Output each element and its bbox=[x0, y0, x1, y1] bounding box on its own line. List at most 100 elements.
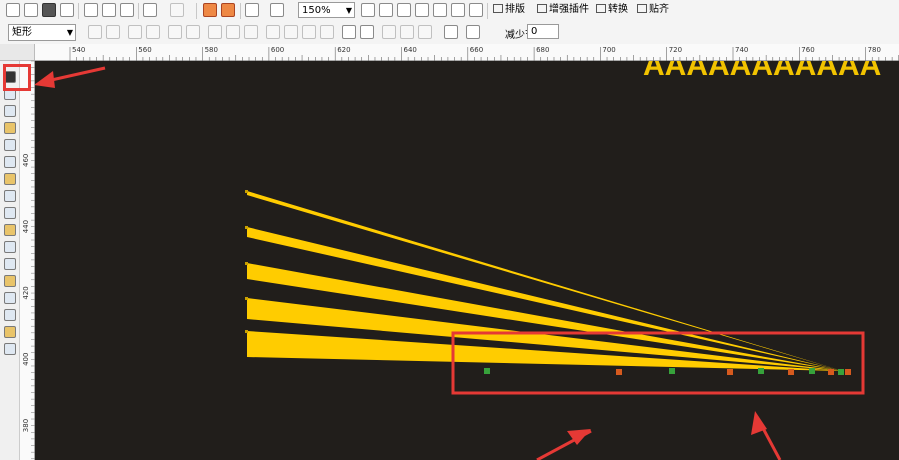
horizontal-ruler[interactable]: 540 560 580 600 620 640 660 680 700 720 740 760 780 bbox=[35, 44, 899, 61]
chevron-down-icon: ▼ bbox=[66, 28, 73, 37]
break-curve-icon[interactable] bbox=[146, 25, 160, 39]
extract-subpath-icon[interactable] bbox=[302, 25, 316, 39]
menu-convert[interactable]: 转换 bbox=[596, 2, 628, 18]
zoom-in-icon[interactable] bbox=[361, 3, 375, 17]
open-folder-icon[interactable] bbox=[24, 3, 38, 17]
ruler-tick-label: 540 bbox=[72, 46, 85, 54]
horizontal-ruler-scale: 540 560 580 600 620 640 660 680 700 720 740 760 780 bbox=[69, 46, 899, 61]
zoom-all-icon[interactable] bbox=[415, 3, 429, 17]
canvas-artwork: AAAAAAAAAAA bbox=[35, 61, 881, 460]
menu-plugins[interactable]: 增强插件 bbox=[537, 2, 589, 18]
rectangle-tool-icon[interactable] bbox=[4, 173, 16, 185]
zoom-selected-icon[interactable] bbox=[397, 3, 411, 17]
ruler-tick-label: 780 bbox=[868, 46, 881, 54]
freehand-tool-icon[interactable] bbox=[4, 139, 16, 151]
node-handle-green[interactable] bbox=[809, 368, 815, 374]
redo-icon[interactable] bbox=[170, 3, 184, 17]
standard-toolbar: 150% ▼ 排版 增强插件 转换 贴齐 bbox=[0, 0, 899, 23]
property-bar: 矩形 ▼ 减少节点 0 bbox=[0, 22, 899, 45]
ruler-tick-label: 700 bbox=[602, 46, 615, 54]
annotation-arrows bbox=[35, 66, 782, 460]
undo-icon[interactable] bbox=[143, 3, 157, 17]
extend-curve-icon[interactable] bbox=[284, 25, 298, 39]
ruler-tick-label: 600 bbox=[271, 46, 284, 54]
rotate-nodes-icon[interactable] bbox=[342, 25, 356, 39]
ruler-tick-label: 680 bbox=[536, 46, 549, 54]
convert-icon bbox=[596, 4, 606, 13]
smart-fill-icon[interactable] bbox=[4, 156, 16, 168]
node-handle-green[interactable] bbox=[484, 368, 490, 374]
add-node-icon[interactable] bbox=[88, 25, 102, 39]
ruler-tick-label: 620 bbox=[337, 46, 350, 54]
ruler-tick-label: 580 bbox=[205, 46, 218, 54]
delete-node-icon[interactable] bbox=[106, 25, 120, 39]
ruler-tick-label: 560 bbox=[138, 46, 151, 54]
ellipse-tool-icon[interactable] bbox=[4, 190, 16, 202]
elastic-mode-icon[interactable] bbox=[360, 25, 374, 39]
ruler-tick-label: 640 bbox=[404, 46, 417, 54]
import-icon[interactable] bbox=[203, 3, 217, 17]
menu-layout[interactable]: 排版 bbox=[493, 2, 525, 18]
save-icon[interactable] bbox=[42, 3, 56, 17]
text-tool-icon[interactable] bbox=[4, 241, 16, 253]
menu-snap[interactable]: 贴齐 bbox=[637, 2, 669, 18]
cut-icon[interactable] bbox=[84, 3, 98, 17]
curve-smoothness-icon[interactable] bbox=[466, 25, 480, 39]
node-handle-green[interactable] bbox=[838, 369, 844, 375]
cusp-node-icon[interactable] bbox=[208, 25, 222, 39]
to-curve-icon[interactable] bbox=[186, 25, 200, 39]
basic-shapes-icon[interactable] bbox=[4, 224, 16, 236]
vertical-ruler[interactable]: 460 440 420 400 380 bbox=[20, 60, 35, 460]
wedge-shapes[interactable] bbox=[247, 191, 843, 371]
node-handle-green[interactable] bbox=[669, 368, 675, 374]
ruler-tick-label: 660 bbox=[470, 46, 483, 54]
shape-type-select[interactable]: 矩形 ▼ bbox=[8, 24, 76, 41]
node-handle-green[interactable] bbox=[758, 368, 764, 374]
drawing-canvas[interactable]: AAAAAAAAAAA bbox=[35, 61, 899, 460]
align-nodes-icon[interactable] bbox=[382, 25, 396, 39]
fill-tool-icon[interactable] bbox=[4, 326, 16, 338]
node-handle-orange[interactable] bbox=[727, 369, 733, 375]
reduce-nodes-input[interactable]: 0 bbox=[527, 24, 559, 39]
ruler-tick-label: 400 bbox=[22, 353, 30, 366]
table-tool-icon[interactable] bbox=[4, 258, 16, 270]
new-document-icon[interactable] bbox=[6, 3, 20, 17]
zoom-out-icon[interactable] bbox=[379, 3, 393, 17]
copy-icon[interactable] bbox=[102, 3, 116, 17]
application-launcher-icon[interactable] bbox=[245, 3, 259, 17]
outline-pen-icon[interactable] bbox=[4, 309, 16, 321]
blend-tool-icon[interactable] bbox=[4, 275, 16, 287]
smooth-node-icon[interactable] bbox=[226, 25, 240, 39]
eyedropper-tool-icon[interactable] bbox=[4, 292, 16, 304]
export-icon[interactable] bbox=[221, 3, 235, 17]
ruler-corner[interactable] bbox=[0, 44, 35, 61]
zoom-tool-icon[interactable] bbox=[4, 122, 16, 134]
reverse-direction-icon[interactable] bbox=[266, 25, 280, 39]
paste-icon[interactable] bbox=[120, 3, 134, 17]
node-handle-orange[interactable] bbox=[845, 369, 851, 375]
zoom-width-icon[interactable] bbox=[451, 3, 465, 17]
reflect-vertical-icon[interactable] bbox=[418, 25, 432, 39]
select-all-nodes-icon[interactable] bbox=[444, 25, 458, 39]
to-line-icon[interactable] bbox=[168, 25, 182, 39]
polygon-tool-icon[interactable] bbox=[4, 207, 16, 219]
zoom-page-icon[interactable] bbox=[433, 3, 447, 17]
node-handle-orange[interactable] bbox=[828, 369, 834, 375]
node-handle-orange[interactable] bbox=[616, 369, 622, 375]
crop-tool-icon[interactable] bbox=[4, 105, 16, 117]
stretch-nodes-icon[interactable] bbox=[320, 25, 334, 39]
zoom-level-select[interactable]: 150% ▼ bbox=[298, 2, 355, 18]
join-nodes-icon[interactable] bbox=[128, 25, 142, 39]
print-icon[interactable] bbox=[60, 3, 74, 17]
ruler-tick-label: 380 bbox=[22, 419, 30, 432]
symmetric-node-icon[interactable] bbox=[244, 25, 258, 39]
ruler-tick-label: 460 bbox=[22, 154, 30, 167]
interactive-fill-icon[interactable] bbox=[4, 343, 16, 355]
alignment-icon[interactable] bbox=[270, 3, 284, 17]
node-handle-orange[interactable] bbox=[788, 369, 794, 375]
canvas-text-object[interactable]: AAAAAAAAAAA bbox=[643, 61, 881, 82]
reflect-horizontal-icon[interactable] bbox=[400, 25, 414, 39]
layout-icon bbox=[493, 4, 503, 13]
zoom-height-icon[interactable] bbox=[469, 3, 483, 17]
chevron-down-icon: ▼ bbox=[345, 6, 352, 15]
